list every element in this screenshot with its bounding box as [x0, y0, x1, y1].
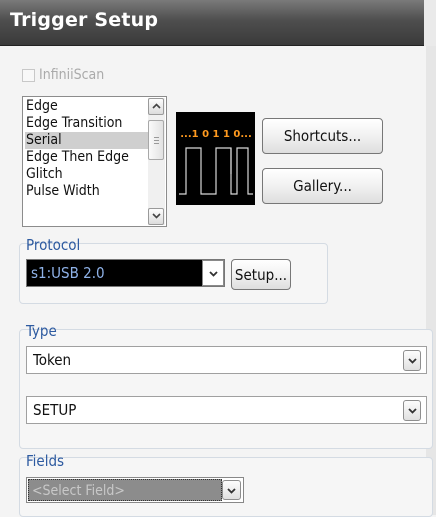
fields-label: Fields — [26, 452, 65, 470]
list-item-serial[interactable]: Serial — [25, 132, 150, 149]
protocol-select[interactable]: s1:USB 2.0 — [26, 259, 225, 287]
list-item-pulse-width[interactable]: Pulse Width — [25, 183, 150, 200]
protocol-dropdown-button[interactable] — [202, 260, 224, 286]
protocol-value: s1:USB 2.0 — [31, 264, 105, 282]
setup-button[interactable]: Setup... — [231, 259, 291, 290]
scroll-down-button[interactable] — [148, 208, 164, 225]
field-select-focus: <Select Field> — [28, 479, 222, 501]
checkbox-box[interactable] — [22, 68, 35, 82]
chevron-down-icon — [408, 358, 417, 364]
bit-pattern-label: ...1 0 1 1 0... — [180, 129, 252, 140]
list-item-edge[interactable]: Edge — [25, 98, 150, 115]
field-value: <Select Field> — [32, 483, 125, 499]
serial-waveform-preview: ...1 0 1 1 0... — [176, 112, 255, 205]
grip-line — [154, 137, 159, 138]
gallery-button[interactable]: Gallery... — [262, 168, 383, 204]
type-primary-dropdown-button[interactable] — [403, 350, 421, 371]
shortcuts-button[interactable]: Shortcuts... — [262, 118, 383, 154]
chevron-up-icon — [152, 103, 161, 109]
chevron-down-icon — [209, 271, 218, 277]
field-dropdown-button[interactable] — [222, 480, 241, 500]
title-bar-edge — [424, 0, 436, 46]
field-select[interactable]: <Select Field> — [26, 477, 244, 503]
list-item-edge-transition[interactable]: Edge Transition — [25, 115, 150, 132]
scroll-thumb[interactable] — [148, 120, 164, 160]
title-bar: Trigger Setup — [0, 0, 436, 46]
type-secondary-dropdown-button[interactable] — [403, 400, 421, 421]
trigger-type-list[interactable]: Edge Edge Transition Serial Edge Then Ed… — [22, 96, 167, 227]
type-secondary-select[interactable]: SETUP — [26, 396, 427, 424]
protocol-label: Protocol — [26, 236, 81, 254]
scroll-up-button[interactable] — [148, 98, 164, 115]
list-scrollbar[interactable] — [148, 98, 165, 225]
type-label: Type — [26, 322, 57, 340]
list-item-edge-then-edge[interactable]: Edge Then Edge — [25, 149, 150, 166]
chevron-down-icon — [227, 488, 236, 494]
chevron-down-icon — [152, 213, 161, 219]
infiniiscan-checkbox[interactable]: InfiniiScan — [22, 66, 104, 84]
list-item-glitch[interactable]: Glitch — [25, 166, 150, 183]
type-primary-value: Token — [33, 351, 72, 369]
infiniiscan-label: InfiniiScan — [39, 67, 105, 83]
waveform-icon: ...1 0 1 1 0... — [179, 129, 253, 195]
grip-line — [154, 140, 159, 141]
type-primary-select[interactable]: Token — [26, 346, 427, 374]
type-secondary-value: SETUP — [33, 401, 77, 419]
chevron-down-icon — [408, 408, 417, 414]
grip-line — [154, 143, 159, 144]
window-title: Trigger Setup — [10, 9, 159, 31]
